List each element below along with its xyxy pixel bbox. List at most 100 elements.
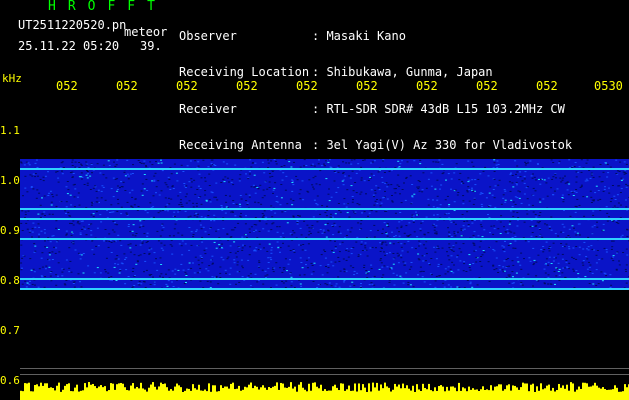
noise-speck [204, 253, 207, 255]
noise-speck [65, 206, 68, 208]
noise-speck [321, 205, 324, 207]
noise-speck [421, 189, 424, 191]
noise-speck [86, 177, 89, 179]
noise-speck [192, 262, 194, 264]
noise-speck [462, 195, 465, 197]
noise-speck [54, 252, 57, 254]
noise-speck [453, 233, 456, 235]
noise-speck [259, 184, 262, 186]
noise-speck [337, 165, 340, 167]
noise-speck [44, 276, 47, 278]
noise-speck [593, 249, 596, 251]
noise-speck [278, 226, 281, 228]
noise-speck [299, 244, 302, 246]
noise-speck [90, 201, 93, 203]
noise-speck [544, 223, 546, 225]
noise-speck [463, 263, 466, 265]
noise-speck [234, 227, 237, 229]
noise-speck [368, 212, 371, 214]
noise-speck [543, 249, 546, 251]
signal-strip-bar [362, 384, 364, 400]
noise-speck [44, 240, 46, 242]
noise-speck [558, 268, 561, 270]
signal-strip-bar [70, 391, 72, 400]
noise-speck [382, 160, 384, 162]
noise-speck [603, 272, 606, 274]
noise-speck [319, 265, 322, 267]
noise-speck [493, 250, 496, 252]
noise-speck [149, 161, 152, 163]
noise-speck [607, 172, 610, 174]
noise-speck [161, 229, 164, 231]
noise-speck [499, 269, 502, 271]
noise-speck [373, 236, 376, 238]
signal-strip-bar [582, 382, 584, 400]
noise-speck [330, 196, 333, 198]
signal-strip-bar [168, 390, 170, 400]
noise-speck [69, 222, 71, 224]
noise-speck [291, 234, 294, 236]
noise-speck [320, 254, 323, 256]
noise-speck [230, 181, 233, 183]
noise-speck [555, 177, 557, 179]
noise-speck [57, 262, 60, 264]
signal-strip-bar [354, 383, 356, 400]
noise-speck [193, 179, 196, 181]
signal-strip-bar [288, 386, 290, 400]
noise-speck [179, 201, 182, 203]
noise-speck [434, 286, 437, 288]
noise-speck [254, 273, 257, 275]
noise-speck [360, 179, 363, 181]
noise-speck [270, 252, 273, 254]
noise-speck [281, 280, 284, 282]
noise-speck [400, 243, 403, 245]
noise-speck [418, 190, 421, 192]
noise-speck [174, 273, 177, 275]
noise-speck [560, 231, 563, 233]
noise-speck [140, 224, 143, 226]
signal-strip-bar [566, 384, 568, 400]
noise-speck [380, 243, 383, 245]
noise-speck [561, 179, 564, 181]
noise-speck [192, 236, 195, 238]
noise-speck [120, 206, 123, 208]
noise-speck [417, 188, 420, 190]
noise-speck [365, 249, 368, 251]
noise-speck [116, 159, 119, 161]
signal-strip-bar [452, 386, 454, 400]
signal-strip-bar [134, 388, 136, 400]
noise-band [20, 159, 629, 289]
noise-speck [89, 175, 92, 177]
noise-speck [503, 189, 506, 191]
noise-speck [358, 204, 361, 206]
noise-speck [222, 228, 225, 230]
noise-speck [307, 257, 310, 259]
noise-speck [139, 162, 142, 163]
noise-speck [600, 271, 603, 273]
noise-speck [51, 193, 54, 195]
noise-speck [346, 248, 349, 250]
noise-speck [92, 187, 95, 189]
noise-speck [447, 266, 450, 268]
noise-speck [85, 174, 88, 176]
noise-speck [409, 175, 412, 177]
noise-speck [180, 164, 183, 166]
noise-speck [180, 245, 183, 247]
noise-speck [326, 205, 329, 207]
noise-speck [494, 185, 497, 187]
signal-strip-bar [340, 383, 342, 400]
noise-speck [55, 194, 58, 196]
noise-speck [471, 286, 474, 288]
signal-strip-bar [106, 391, 108, 400]
noise-speck [397, 262, 400, 264]
noise-speck [311, 184, 314, 186]
noise-speck [226, 258, 229, 260]
noise-speck [137, 255, 140, 257]
signal-strip-bar [552, 387, 554, 400]
noise-speck [391, 268, 394, 270]
noise-speck [506, 232, 509, 234]
noise-speck [273, 159, 276, 161]
noise-speck [184, 210, 187, 212]
noise-speck [281, 271, 284, 273]
noise-speck [34, 226, 37, 228]
